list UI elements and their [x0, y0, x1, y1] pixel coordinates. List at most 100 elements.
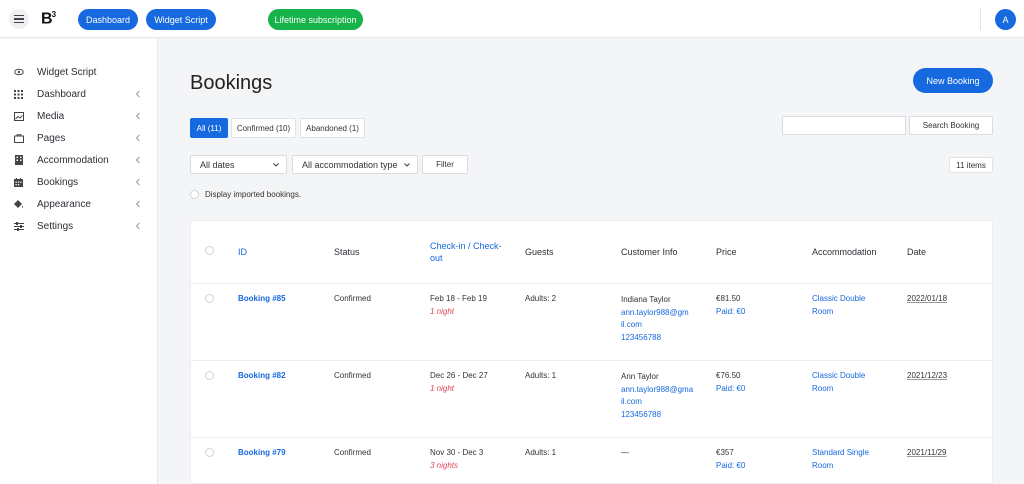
sidebar-item-label: Accommodation — [37, 154, 109, 166]
customer-phone[interactable]: 123456788 — [621, 409, 661, 422]
customer-name: Ann Taylor — [621, 372, 659, 381]
tab-abandoned[interactable]: Abandoned (1) — [300, 118, 365, 138]
booking-id-link[interactable]: Booking #79 — [238, 447, 286, 460]
table-row: Booking #79 Confirmed Nov 30 - Dec 3 3 n… — [191, 437, 992, 483]
chevron-left-icon — [135, 90, 140, 98]
dashboard-button[interactable]: Dashboard — [78, 9, 138, 30]
sidebar-item-widget-script[interactable]: Widget Script — [0, 62, 158, 82]
bookings-table: ID Status Check-in / Check- out Guests C… — [190, 220, 993, 484]
booking-price: €357 — [716, 448, 734, 457]
accommodation-link[interactable]: Standard Single — [812, 447, 869, 460]
imported-label: Display imported bookings. — [205, 189, 302, 199]
sidebar-item-label: Pages — [37, 132, 66, 144]
chevron-left-icon — [135, 156, 140, 164]
customer-email-cont[interactable]: il.com — [621, 319, 642, 332]
eye-icon — [13, 67, 24, 77]
customer-name: Indiana Taylor — [621, 295, 671, 304]
app-logo[interactable]: B3 — [41, 10, 57, 28]
table-row: Booking #85 Confirmed Feb 18 - Feb 19 1 … — [191, 283, 992, 360]
select-all-checkbox[interactable] — [205, 246, 214, 255]
sidebar-item-media[interactable]: Media — [0, 106, 158, 126]
chevron-left-icon — [135, 222, 140, 230]
sidebar: Widget Script Dashboard Media Pages Acco… — [0, 39, 158, 484]
customer-email[interactable]: ann.taylor988@gm — [621, 307, 689, 320]
row-checkbox[interactable] — [205, 371, 214, 380]
new-booking-button[interactable]: New Booking — [913, 68, 993, 93]
sidebar-item-appearance[interactable]: Appearance — [0, 194, 158, 214]
imported-radio[interactable] — [190, 189, 199, 199]
tab-confirmed[interactable]: Confirmed (10) — [231, 118, 296, 138]
sidebar-item-bookings[interactable]: Bookings — [0, 172, 158, 192]
tab-all[interactable]: All (11) — [190, 118, 228, 138]
column-header-checkin[interactable]: Check-in / Check- out — [430, 221, 502, 283]
checkin-header-line2: out — [430, 253, 443, 263]
column-header-id[interactable]: ID — [238, 221, 247, 283]
search-booking-button[interactable]: Search Booking — [909, 116, 993, 135]
column-header-guests: Guests — [525, 247, 554, 257]
paint-bucket-icon — [13, 199, 24, 209]
accommodation-link[interactable]: Classic Double — [812, 370, 865, 383]
search-input[interactable] — [782, 116, 906, 135]
table-row: Booking #82 Confirmed Dec 26 - Dec 27 1 … — [191, 360, 992, 437]
accommodation-link-cont[interactable]: Room — [812, 383, 833, 396]
accommodation-link[interactable]: Classic Double — [812, 293, 865, 306]
column-header-price: Price — [716, 247, 737, 257]
sidebar-item-pages[interactable]: Pages — [0, 128, 158, 148]
sidebar-item-accommodation[interactable]: Accommodation — [0, 150, 158, 170]
chevron-left-icon — [135, 134, 140, 142]
booking-guests: Adults: 1 — [525, 371, 557, 380]
customer-name: — — [621, 448, 629, 457]
booking-id-link[interactable]: Booking #85 — [238, 293, 286, 306]
booking-nights: 3 nights — [430, 460, 459, 470]
booking-date: 2021/11/29 — [907, 448, 947, 457]
sidebar-item-label: Bookings — [37, 176, 79, 188]
widget-script-button[interactable]: Widget Script — [146, 9, 216, 30]
booking-nights: 1 night — [430, 306, 455, 316]
customer-email-cont[interactable]: il.com — [621, 396, 642, 409]
filter-button[interactable]: Filter — [422, 155, 468, 174]
sidebar-item-settings[interactable]: Settings — [0, 216, 158, 236]
grid-icon — [13, 89, 24, 99]
booking-status: Confirmed — [334, 371, 371, 380]
logo-letter: B — [41, 10, 53, 28]
image-icon — [13, 111, 24, 121]
display-imported-toggle[interactable]: Display imported bookings. — [190, 187, 301, 201]
accommodation-select-value: All accommodation type — [302, 159, 398, 170]
building-icon — [13, 155, 24, 165]
column-header-accommodation: Accommodation — [812, 247, 877, 257]
booking-date: 2022/01/18 — [907, 294, 948, 303]
booking-paid: Paid: €0 — [716, 460, 746, 470]
customer-email[interactable]: ann.taylor988@gma — [621, 384, 693, 397]
top-bar: B3 Dashboard Widget Script Lifetime subs… — [0, 0, 1024, 38]
item-count: 11 items — [949, 157, 993, 173]
hamburger-menu-icon[interactable] — [9, 9, 29, 29]
dates-select-value: All dates — [200, 159, 235, 170]
lifetime-subscription-button[interactable]: Lifetime subscription — [268, 9, 363, 30]
accommodation-link-cont[interactable]: Room — [812, 306, 833, 319]
column-header-date: Date — [907, 247, 927, 257]
booking-status: Confirmed — [334, 294, 371, 303]
accommodation-type-select[interactable]: All accommodation type — [292, 155, 418, 174]
user-avatar[interactable]: A — [995, 9, 1016, 30]
chevron-left-icon — [135, 112, 140, 120]
logo-superscript: 3 — [51, 10, 57, 19]
accommodation-link-cont[interactable]: Room — [812, 460, 833, 473]
booking-paid: Paid: €0 — [716, 306, 746, 316]
row-checkbox[interactable] — [205, 448, 214, 457]
booking-id-link[interactable]: Booking #82 — [238, 370, 286, 383]
page-title: Bookings — [190, 72, 273, 94]
booking-status: Confirmed — [334, 448, 371, 457]
customer-phone[interactable]: 123456788 — [621, 332, 661, 345]
sidebar-item-label: Appearance — [37, 198, 91, 210]
booking-dates: Dec 26 - Dec 27 — [430, 371, 488, 380]
booking-dates: Feb 18 - Feb 19 — [430, 294, 487, 303]
booking-guests: Adults: 2 — [525, 294, 557, 303]
booking-dates: Nov 30 - Dec 3 — [430, 448, 484, 457]
dates-select[interactable]: All dates — [190, 155, 287, 174]
sidebar-item-dashboard[interactable]: Dashboard — [0, 84, 158, 104]
sidebar-item-label: Settings — [37, 220, 74, 232]
column-header-customer: Customer Info — [621, 247, 678, 257]
chevron-down-icon — [404, 163, 410, 167]
row-checkbox[interactable] — [205, 294, 214, 303]
calendar-icon — [13, 177, 24, 187]
